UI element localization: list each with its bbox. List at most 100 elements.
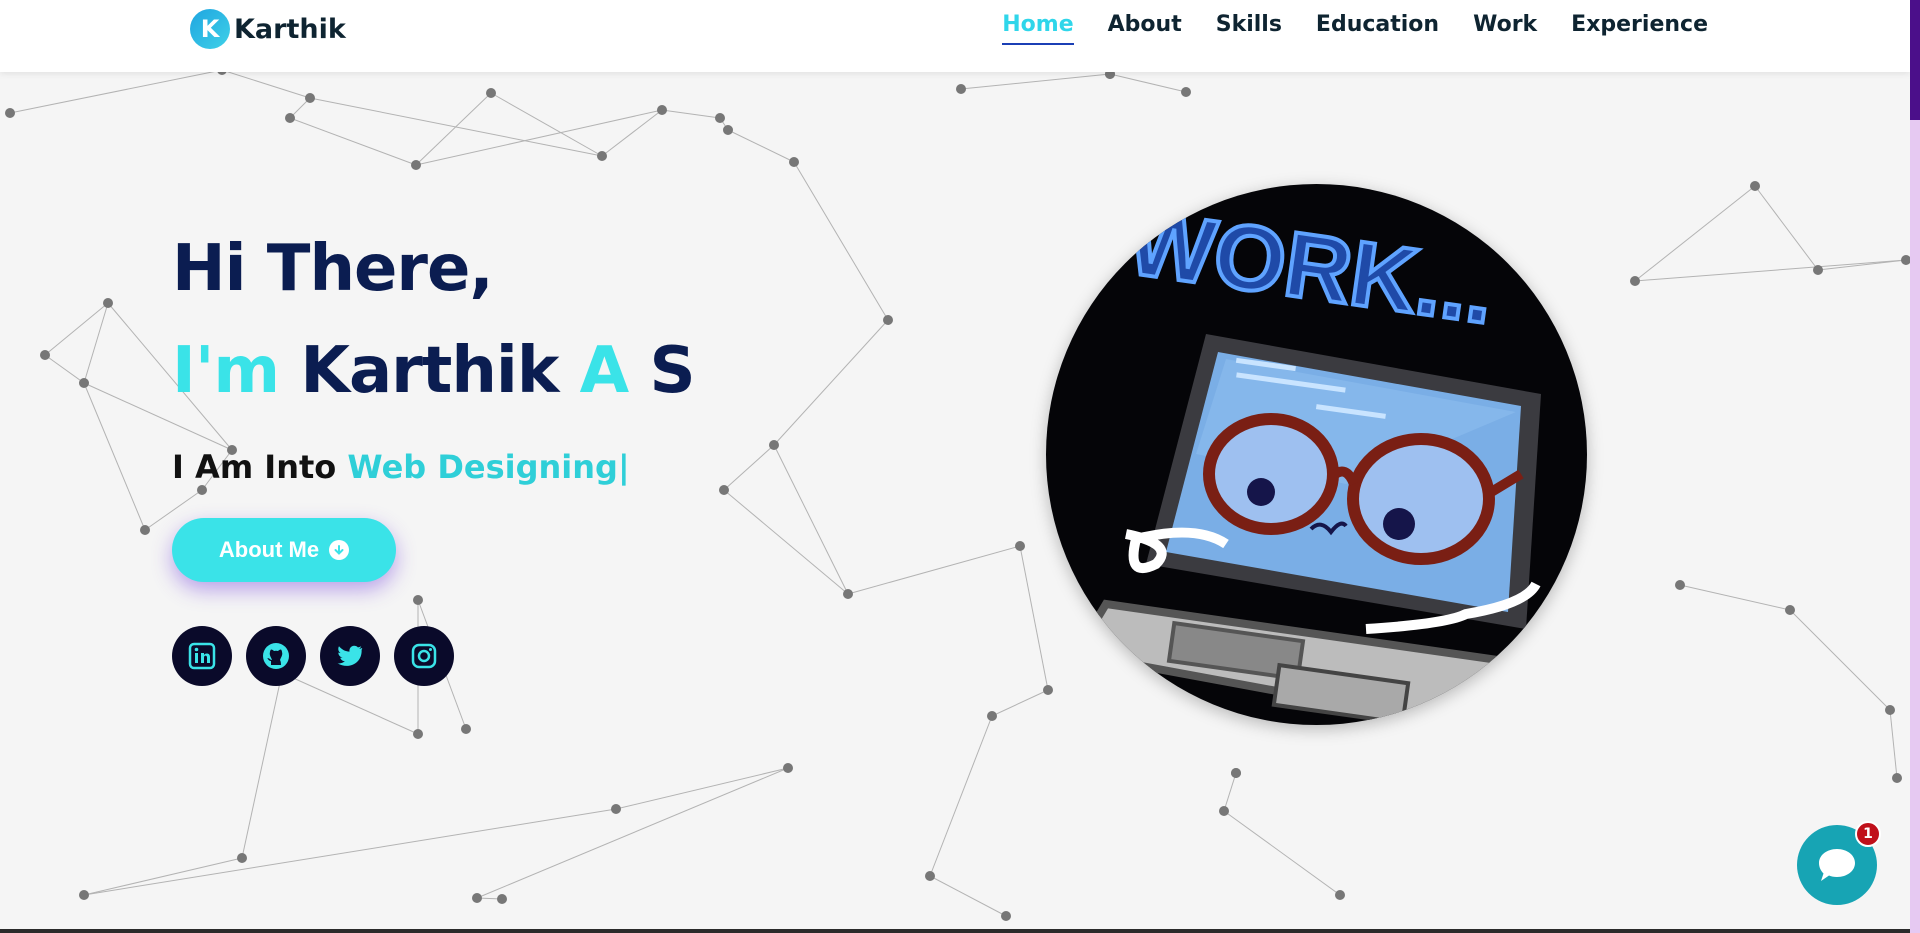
top-navbar: K Karthik Home About Skills Education Wo… [0,0,1910,72]
page-scrollbar[interactable] [1910,0,1920,933]
network-link [44,354,85,384]
network-link [661,109,721,119]
network-link [241,672,283,859]
nav-experience[interactable]: Experience [1571,12,1708,45]
network-link [309,97,603,157]
network-node [1630,276,1640,286]
network-node [719,485,729,495]
network-node [411,160,421,170]
nav-education[interactable]: Education [1316,12,1439,45]
network-link [1634,259,1907,282]
github-icon[interactable] [246,626,306,686]
network-node [1813,265,1823,275]
network-node [597,151,607,161]
network-link [1679,584,1791,611]
network-node [1043,685,1053,695]
scrollbar-thumb[interactable] [1910,0,1920,120]
network-node [1675,580,1685,590]
network-link [415,92,492,166]
network-link [727,129,795,163]
network-node [925,871,935,881]
network-link [83,302,109,384]
section-divider [0,929,1910,933]
network-link [773,444,849,595]
network-link [1223,810,1341,896]
chat-notification-badge: 1 [1855,821,1881,847]
network-link [1109,73,1187,93]
network-node [413,595,423,605]
network-node [611,804,621,814]
logo-badge: K [190,9,230,49]
network-node [1001,911,1011,921]
network-link [9,69,223,114]
hero-name: I'm Karthik A S [172,334,696,408]
site-logo[interactable]: K Karthik [190,9,346,49]
network-node [486,88,496,98]
network-node [956,84,966,94]
network-link [289,117,417,166]
main-nav: Home About Skills Education Work Experie… [1002,12,1708,45]
network-link [415,109,663,166]
network-node [305,93,315,103]
hero-name-accent: A [579,334,630,408]
logo-text: Karthik [234,13,346,45]
hero-name-suffix: S [649,334,695,408]
network-node [285,113,295,123]
hero-greeting: Hi There, [172,232,494,306]
chat-widget-button[interactable]: 1 [1797,821,1881,905]
network-link [83,857,243,896]
network-node [987,711,997,721]
network-node [769,440,779,450]
instagram-icon[interactable] [394,626,454,686]
network-node [789,157,799,167]
linkedin-icon[interactable] [172,626,232,686]
network-node [79,378,89,388]
hero-sub-prefix: I Am Into [172,448,337,486]
network-link [723,444,775,491]
network-link [1223,772,1237,812]
network-node [103,298,113,308]
network-link [1789,609,1891,711]
chat-bubble-icon [1819,849,1855,881]
network-link [44,302,109,356]
network-link [83,382,146,531]
network-node [843,589,853,599]
network-link [1889,709,1898,779]
nav-about[interactable]: About [1108,12,1182,45]
network-node [657,105,667,115]
nav-home[interactable]: Home [1002,12,1074,45]
network-node [140,525,150,535]
typed-text: Web Designing| [347,448,630,486]
hero-name-main: Karthik [300,334,559,408]
network-link [490,92,603,157]
network-node [1785,605,1795,615]
network-node [883,315,893,325]
network-link [929,715,993,877]
about-me-label: About Me [218,537,320,562]
network-link [83,808,617,896]
nav-work[interactable]: Work [1473,12,1537,45]
network-node [1231,768,1241,778]
network-node [1015,541,1025,551]
network-node [472,893,482,903]
network-link [723,489,849,595]
network-link [793,161,889,321]
network-node [237,853,247,863]
network-link [221,69,311,99]
avatar-illustration: WORK... [1046,184,1587,725]
network-link [1019,545,1049,691]
social-links [172,626,454,686]
about-me-button[interactable]: About Me [172,518,396,582]
network-node [79,890,89,900]
network-link [615,767,789,810]
network-node [783,763,793,773]
network-node [1219,806,1229,816]
network-link [1754,185,1819,271]
network-node [461,724,471,734]
arrow-down-circle-icon [329,540,350,560]
network-link [960,73,1111,90]
nav-skills[interactable]: Skills [1216,12,1282,45]
network-link [773,319,889,446]
twitter-icon[interactable] [320,626,380,686]
network-node [413,729,423,739]
